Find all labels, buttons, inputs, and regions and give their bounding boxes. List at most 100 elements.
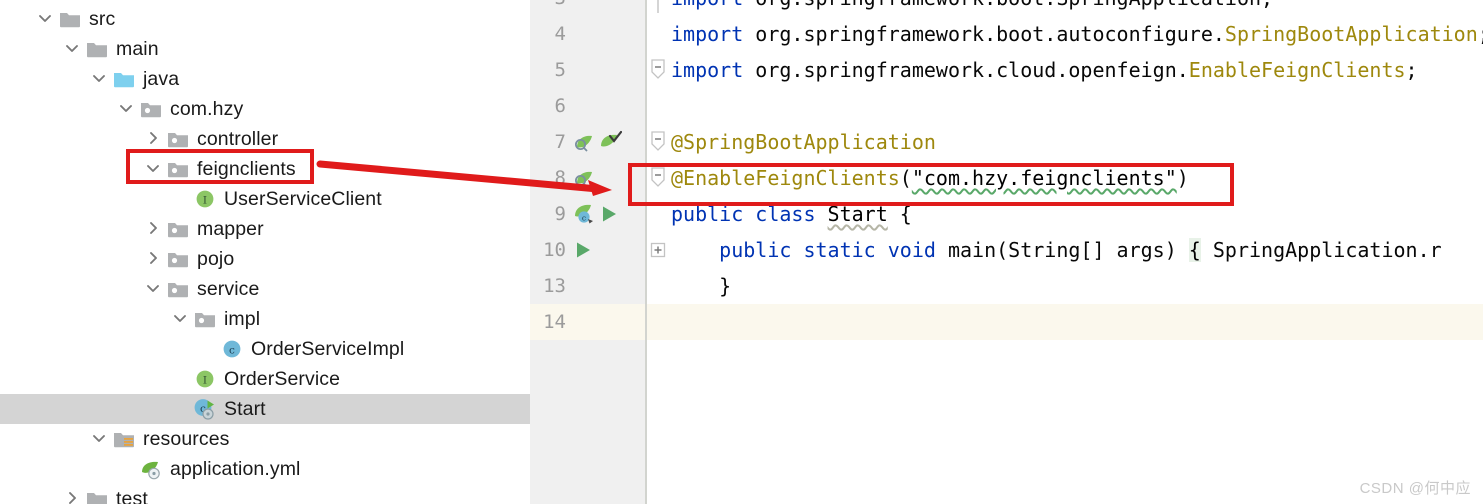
- code-token: ): [1176, 166, 1189, 190]
- folder-icon: [58, 8, 82, 30]
- code-line-text: import org.springframework.cloud.openfei…: [671, 58, 1418, 82]
- folder-resources-icon: [112, 428, 136, 450]
- gutter-line[interactable]: 7: [530, 124, 645, 160]
- class-icon: c: [220, 338, 244, 360]
- folder-icon: [85, 488, 109, 504]
- gutter-line[interactable]: 5: [530, 52, 645, 88]
- tree-row[interactable]: c Start: [0, 394, 530, 424]
- chevron-right-icon[interactable]: [144, 128, 166, 150]
- tree-item-label: java: [143, 67, 180, 90]
- chevron-down-icon[interactable]: [36, 8, 58, 30]
- code-token: org.springframework.boot.autoconfigure.: [755, 22, 1225, 46]
- fold-marker-icon[interactable]: [649, 59, 667, 79]
- code-line-text: import org.springframework.boot.autoconf…: [671, 22, 1483, 46]
- tree-row[interactable]: controller: [0, 124, 530, 154]
- tree-row[interactable]: c OrderServiceImpl: [0, 334, 530, 364]
- spring-bean-search-icon[interactable]: [572, 130, 596, 154]
- package-icon: [139, 98, 163, 120]
- gutter-line[interactable]: 8: [530, 160, 645, 196]
- chevron-down-icon[interactable]: [117, 98, 139, 120]
- chevron-down-icon[interactable]: [63, 38, 85, 60]
- tree-row[interactable]: impl: [0, 304, 530, 334]
- code-line[interactable]: import org.springframework.boot.autoconf…: [647, 16, 1483, 52]
- editor-code-area[interactable]: import org.springframework.boot.SpringAp…: [647, 0, 1483, 504]
- chevron-right-icon[interactable]: [144, 248, 166, 270]
- tree-row[interactable]: mapper: [0, 214, 530, 244]
- code-line[interactable]: import org.springframework.cloud.openfei…: [647, 52, 1483, 88]
- svg-text:I: I: [203, 375, 207, 387]
- code-line-text: @SpringBootApplication: [671, 130, 936, 154]
- tree-row[interactable]: resources: [0, 424, 530, 454]
- line-number: 4: [554, 23, 566, 45]
- tree-item-label: com.hzy: [170, 97, 244, 120]
- code-token: main: [947, 238, 997, 262]
- spring-bean-search-icon[interactable]: [572, 166, 596, 190]
- code-line[interactable]: public class Start {: [647, 196, 1483, 232]
- code-token: ;: [1405, 58, 1418, 82]
- code-line-text: public static void main(String[] args) {…: [671, 238, 1442, 262]
- chevron-right-icon[interactable]: [144, 218, 166, 240]
- gutter-icon-group: c: [572, 202, 620, 226]
- code-token: Start: [827, 202, 888, 226]
- code-line[interactable]: @EnableFeignClients("com.hzy.feignclient…: [647, 160, 1483, 196]
- tree-item-label: OrderServiceImpl: [251, 337, 405, 360]
- spring-bean-check-icon[interactable]: [598, 130, 622, 154]
- tree-row[interactable]: feignclients: [0, 154, 530, 184]
- code-token: }: [671, 274, 732, 298]
- code-token: SpringApplication: [1056, 0, 1261, 10]
- code-token: import: [671, 58, 756, 82]
- fold-marker-icon[interactable]: [649, 239, 667, 259]
- gutter-line[interactable]: 10: [530, 232, 645, 268]
- code-line-text: import org.springframework.boot.SpringAp…: [671, 0, 1273, 10]
- gutter-line[interactable]: 3: [530, 0, 645, 16]
- chevron-down-icon[interactable]: [171, 308, 193, 330]
- code-token: import: [671, 22, 756, 46]
- editor-gutter[interactable]: 3 4 56789c101314: [530, 0, 647, 504]
- gutter-line[interactable]: 9c: [530, 196, 645, 232]
- fold-marker-icon[interactable]: [649, 131, 667, 151]
- code-token: (: [996, 238, 1009, 262]
- code-line[interactable]: import org.springframework.boot.SpringAp…: [647, 0, 1483, 16]
- fold-marker-icon[interactable]: [649, 0, 667, 13]
- interface-icon: I: [193, 188, 217, 210]
- run-icon[interactable]: [572, 239, 594, 261]
- tree-row[interactable]: src: [0, 4, 530, 34]
- tree-row[interactable]: service: [0, 274, 530, 304]
- project-tree-panel[interactable]: src main java com.hzy controller feignclients…: [0, 0, 530, 504]
- code-token: SpringApplication.r: [1200, 238, 1442, 262]
- interface-icon: I: [193, 368, 217, 390]
- code-token: class: [755, 202, 828, 226]
- tree-row[interactable]: pojo: [0, 244, 530, 274]
- gutter-line[interactable]: 13: [530, 268, 645, 304]
- tree-row[interactable]: com.hzy: [0, 94, 530, 124]
- run-icon[interactable]: [598, 203, 620, 225]
- code-line[interactable]: [647, 88, 1483, 124]
- gutter-icon-group: [572, 130, 622, 154]
- chevron-right-icon[interactable]: [63, 488, 85, 504]
- tree-row[interactable]: test: [0, 484, 530, 504]
- code-line[interactable]: @SpringBootApplication: [647, 124, 1483, 160]
- tree-row[interactable]: main: [0, 34, 530, 64]
- gutter-line[interactable]: 4: [530, 16, 645, 52]
- chevron-down-icon[interactable]: [90, 428, 112, 450]
- spring-bean-class-icon[interactable]: c: [572, 202, 596, 226]
- gutter-line[interactable]: 14: [530, 304, 645, 340]
- gutter-line[interactable]: 6: [530, 88, 645, 124]
- tree-row[interactable]: I UserServiceClient: [0, 184, 530, 214]
- code-token: @SpringBootApplication: [671, 130, 936, 154]
- code-token: public static void: [671, 238, 948, 262]
- fold-marker-icon[interactable]: [649, 167, 667, 187]
- tree-row[interactable]: application.yml: [0, 454, 530, 484]
- code-token: org.springframework.cloud.openfeign.: [755, 58, 1189, 82]
- code-line[interactable]: }: [647, 268, 1483, 304]
- chevron-down-icon[interactable]: [144, 278, 166, 300]
- chevron-down-icon[interactable]: [144, 158, 166, 180]
- code-line[interactable]: [647, 304, 1483, 340]
- package-icon: [166, 278, 190, 300]
- tree-item-label: service: [197, 277, 260, 300]
- tree-row[interactable]: java: [0, 64, 530, 94]
- chevron-down-icon[interactable]: [90, 68, 112, 90]
- tree-row[interactable]: I OrderService: [0, 364, 530, 394]
- gutter-icon-group: [572, 166, 596, 190]
- code-line[interactable]: public static void main(String[] args) {…: [647, 232, 1483, 268]
